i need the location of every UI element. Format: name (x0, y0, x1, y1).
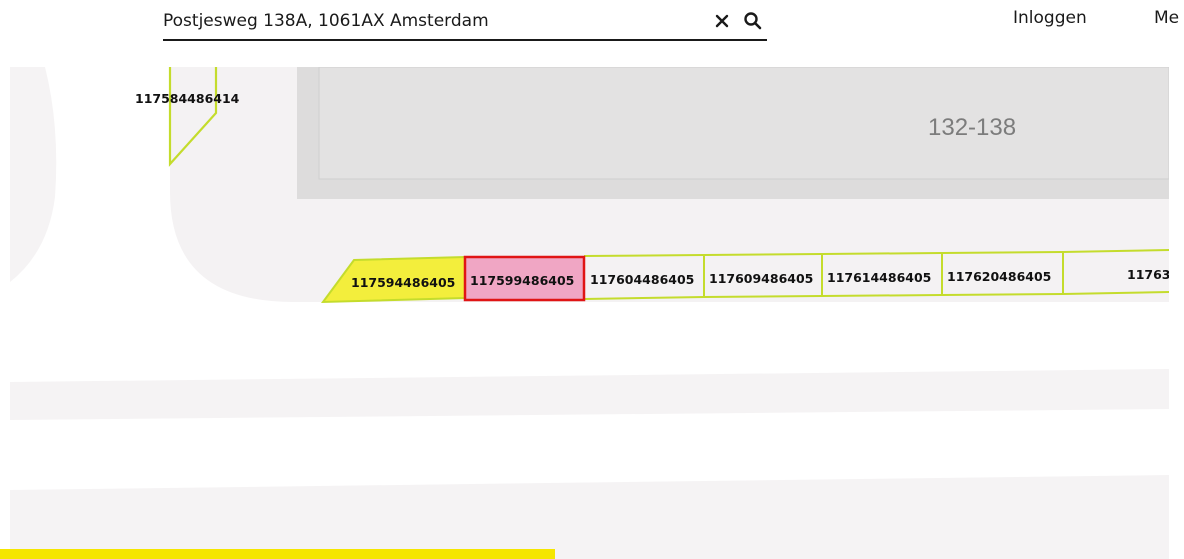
parcel-label: 117620486405 (947, 269, 1051, 284)
top-bar: Inloggen Me (0, 0, 1184, 60)
map-view[interactable]: 132-138 117584486414 117594486405 117599… (10, 67, 1169, 559)
parcel-label: 117609486405 (709, 271, 813, 286)
login-link[interactable]: Inloggen (1013, 8, 1087, 28)
search-icon (744, 12, 762, 30)
street-left (10, 67, 57, 282)
parcel-label: 117599486405 (470, 273, 574, 288)
parcel-label: 11763 (1127, 267, 1169, 282)
street-band-upper (10, 369, 1169, 420)
search-bar (163, 6, 767, 41)
parcel-label: 117614486405 (827, 270, 931, 285)
close-icon (715, 14, 729, 28)
building-footprint (318, 67, 1169, 180)
accent-bar (0, 549, 555, 559)
parcel-label: 117594486405 (351, 275, 455, 290)
search-input[interactable] (163, 6, 683, 36)
building-number-label: 132-138 (928, 114, 1016, 141)
street-band-lower (10, 475, 1169, 559)
clear-search-button[interactable] (711, 8, 735, 34)
parcel-label: 117604486405 (590, 272, 694, 287)
corner-parcel-label: 117584486414 (135, 91, 240, 106)
menu-link[interactable]: Me (1154, 8, 1179, 28)
search-button[interactable] (741, 8, 765, 34)
